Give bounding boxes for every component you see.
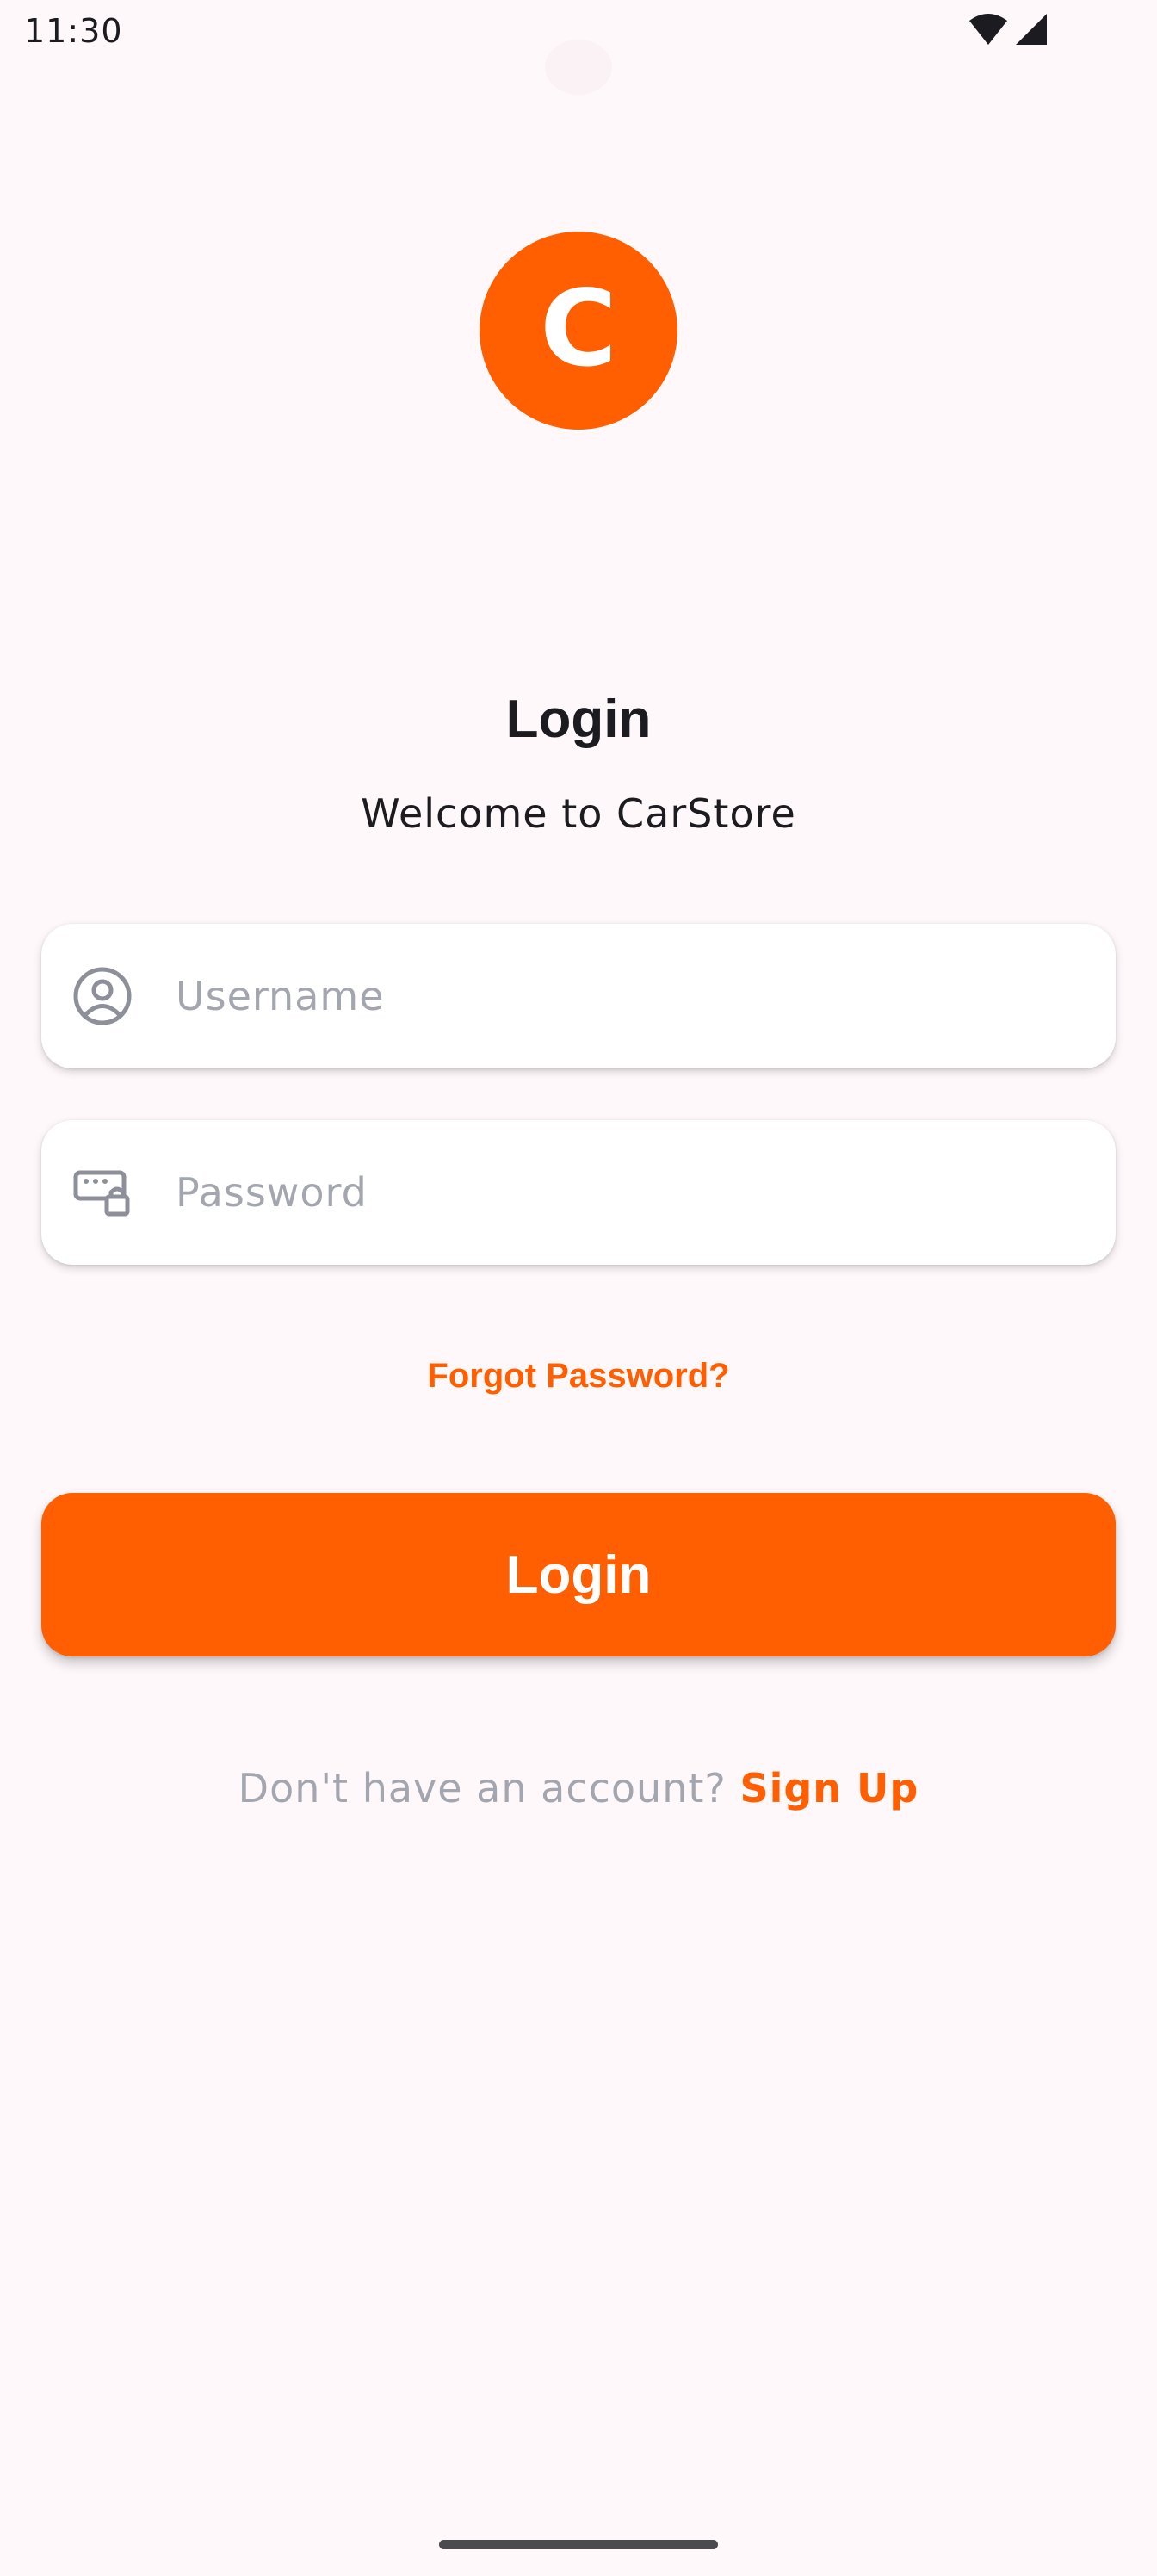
password-input[interactable]	[176, 1120, 1088, 1265]
password-field[interactable]	[41, 1120, 1116, 1265]
sign-up-link[interactable]: Sign Up	[739, 1765, 919, 1811]
status-icons	[968, 12, 1049, 51]
forgot-password-link[interactable]: Forgot Password?	[0, 1357, 1157, 1396]
status-time: 11:30	[24, 12, 123, 50]
password-lock-icon	[72, 1162, 133, 1223]
page-subtitle: Welcome to CarStore	[361, 790, 796, 837]
camera-cutout	[545, 40, 612, 95]
login-button[interactable]: Login	[41, 1493, 1116, 1656]
home-indicator[interactable]	[439, 2540, 718, 2549]
logo-letter: C	[540, 268, 617, 390]
username-input[interactable]	[176, 924, 1088, 1068]
app-logo: C	[480, 232, 677, 430]
status-bar: 11:30	[0, 0, 1157, 95]
signup-row: Don't have an account? Sign Up	[0, 1765, 1157, 1811]
signup-prompt: Don't have an account?	[238, 1765, 740, 1811]
page-title: Login	[505, 690, 652, 749]
username-field[interactable]	[41, 924, 1116, 1068]
wifi-icon	[968, 12, 1009, 51]
cellular-signal-icon	[1014, 12, 1049, 51]
user-circle-icon	[72, 966, 133, 1026]
